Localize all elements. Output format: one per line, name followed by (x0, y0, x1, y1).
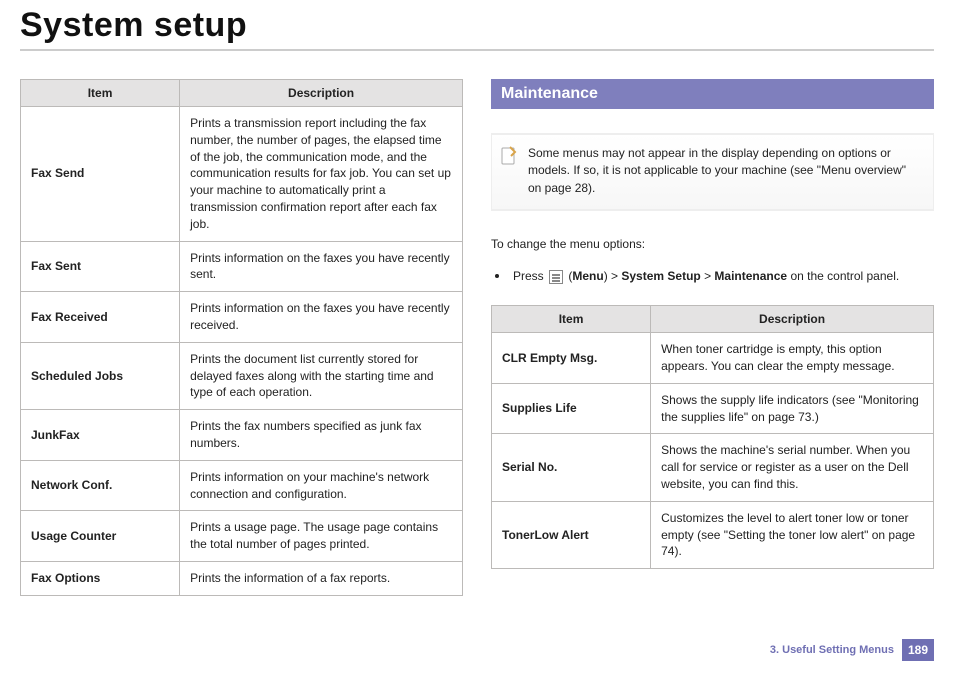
col-header-item: Item (492, 306, 651, 333)
item-cell: Fax Received (21, 292, 180, 343)
right-table: Item Description CLR Empty Msg.When tone… (491, 305, 934, 569)
col-header-desc: Description (651, 306, 934, 333)
col-header-item: Item (21, 80, 180, 107)
bullet-dot-icon (495, 274, 499, 278)
desc-cell: Shows the supply life indicators (see "M… (651, 383, 934, 434)
sep2: > (701, 269, 715, 283)
intro-text: To change the menu options: (491, 235, 934, 253)
footer-page-number: 189 (902, 639, 934, 661)
item-cell: Usage Counter (21, 511, 180, 562)
item-cell: Scheduled Jobs (21, 342, 180, 409)
table-row: Network Conf.Prints information on your … (21, 460, 463, 511)
item-cell: JunkFax (21, 410, 180, 461)
left-column: Item Description Fax SendPrints a transm… (20, 79, 463, 596)
bullet-suffix: on the control panel. (787, 269, 899, 283)
note-text: Some menus may not appear in the display… (528, 145, 921, 197)
left-table: Item Description Fax SendPrints a transm… (20, 79, 463, 596)
note-box: Some menus may not appear in the display… (491, 133, 934, 211)
item-cell: TonerLow Alert (492, 501, 651, 568)
menu-label: Menu (572, 269, 603, 283)
table-row: Fax SendPrints a transmission report inc… (21, 107, 463, 242)
table-row: Usage CounterPrints a usage page. The us… (21, 511, 463, 562)
footer-chapter: 3. Useful Setting Menus (770, 644, 894, 656)
desc-cell: Prints the document list currently store… (180, 342, 463, 409)
item-cell: Fax Sent (21, 241, 180, 292)
item-cell: CLR Empty Msg. (492, 333, 651, 384)
content-columns: Item Description Fax SendPrints a transm… (20, 79, 934, 596)
table-row: TonerLow AlertCustomizes the level to al… (492, 501, 934, 568)
desc-cell: Prints a usage page. The usage page cont… (180, 511, 463, 562)
desc-cell: When toner cartridge is empty, this opti… (651, 333, 934, 384)
menu-icon (549, 270, 563, 284)
note-icon (500, 145, 518, 167)
table-row: JunkFaxPrints the fax numbers specified … (21, 410, 463, 461)
desc-cell: Prints the fax numbers specified as junk… (180, 410, 463, 461)
title-rule (20, 49, 934, 51)
path-maintenance: Maintenance (714, 269, 787, 283)
desc-cell: Prints the information of a fax reports. (180, 561, 463, 595)
desc-cell: Prints information on the faxes you have… (180, 292, 463, 343)
right-column: Maintenance Some menus may not appear in… (491, 79, 934, 596)
desc-cell: Prints a transmission report including t… (180, 107, 463, 242)
desc-cell: Shows the machine's serial number. When … (651, 434, 934, 501)
col-header-desc: Description (180, 80, 463, 107)
sep1: ) > (604, 269, 622, 283)
desc-cell: Prints information on your machine's net… (180, 460, 463, 511)
table-row: Fax OptionsPrints the information of a f… (21, 561, 463, 595)
path-system-setup: System Setup (621, 269, 700, 283)
bullet-nav-path: Press (Menu) > System Setup > Maintenanc… (491, 267, 934, 285)
item-cell: Supplies Life (492, 383, 651, 434)
table-row: Fax ReceivedPrints information on the fa… (21, 292, 463, 343)
table-row: Fax SentPrints information on the faxes … (21, 241, 463, 292)
item-cell: Serial No. (492, 434, 651, 501)
page-title: System setup (20, 0, 934, 49)
table-row: CLR Empty Msg.When toner cartridge is em… (492, 333, 934, 384)
item-cell: Fax Options (21, 561, 180, 595)
table-row: Supplies LifeShows the supply life indic… (492, 383, 934, 434)
page-footer: 3. Useful Setting Menus 189 (770, 639, 934, 661)
bullet-content: Press (Menu) > System Setup > Maintenanc… (513, 267, 899, 285)
section-title-bar: Maintenance (491, 79, 934, 109)
press-label: Press (513, 269, 547, 283)
table-row: Scheduled JobsPrints the document list c… (21, 342, 463, 409)
table-row: Serial No.Shows the machine's serial num… (492, 434, 934, 501)
desc-cell: Customizes the level to alert toner low … (651, 501, 934, 568)
item-cell: Network Conf. (21, 460, 180, 511)
desc-cell: Prints information on the faxes you have… (180, 241, 463, 292)
item-cell: Fax Send (21, 107, 180, 242)
